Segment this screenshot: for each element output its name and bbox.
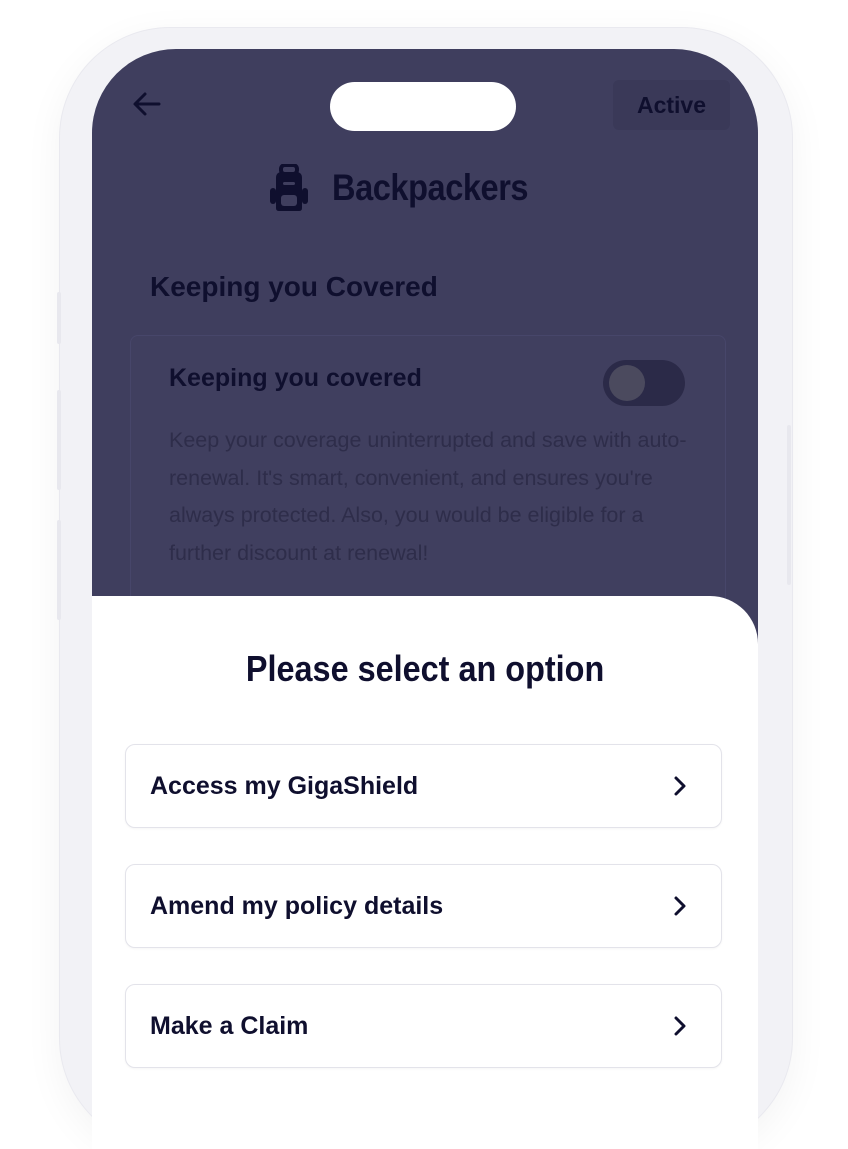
phone-volume-down-button (57, 520, 61, 620)
product-header: Backpackers (270, 162, 555, 214)
bottom-sheet: Please select an option Access my GigaSh… (92, 596, 758, 1149)
section-heading: Keeping you Covered (150, 271, 438, 302)
toggle-knob (609, 365, 645, 401)
dynamic-island (330, 82, 516, 131)
option-label: Make a Claim (150, 1011, 309, 1040)
sheet-title-text: Please select an option (245, 648, 605, 689)
chevron-right-icon (671, 1015, 689, 1037)
backpack-icon (270, 163, 308, 212)
phone-power-button (787, 425, 791, 585)
phone-screen: Active Backpackers Keeping you Covered K… (92, 49, 758, 1149)
chevron-right-icon (671, 775, 689, 797)
arrow-left-icon[interactable] (130, 87, 164, 121)
option-label: Amend my policy details (150, 891, 444, 920)
chevron-right-icon (671, 895, 689, 917)
card-title: Keeping you covered (169, 364, 422, 392)
option-make-claim[interactable]: Make a Claim (125, 984, 722, 1068)
product-title: Backpackers (332, 167, 529, 208)
option-access-gigashield[interactable]: Access my GigaShield (125, 744, 722, 828)
option-amend-policy[interactable]: Amend my policy details (125, 864, 722, 948)
card-description: Keep your coverage uninterrupted and sav… (169, 428, 687, 565)
sheet-title: Please select an option (92, 648, 758, 690)
phone-side-button (57, 292, 61, 344)
status-badge: Active (613, 80, 730, 130)
option-label: Access my GigaShield (150, 771, 419, 800)
phone-volume-up-button (57, 390, 61, 490)
auto-renewal-toggle[interactable] (603, 360, 685, 406)
